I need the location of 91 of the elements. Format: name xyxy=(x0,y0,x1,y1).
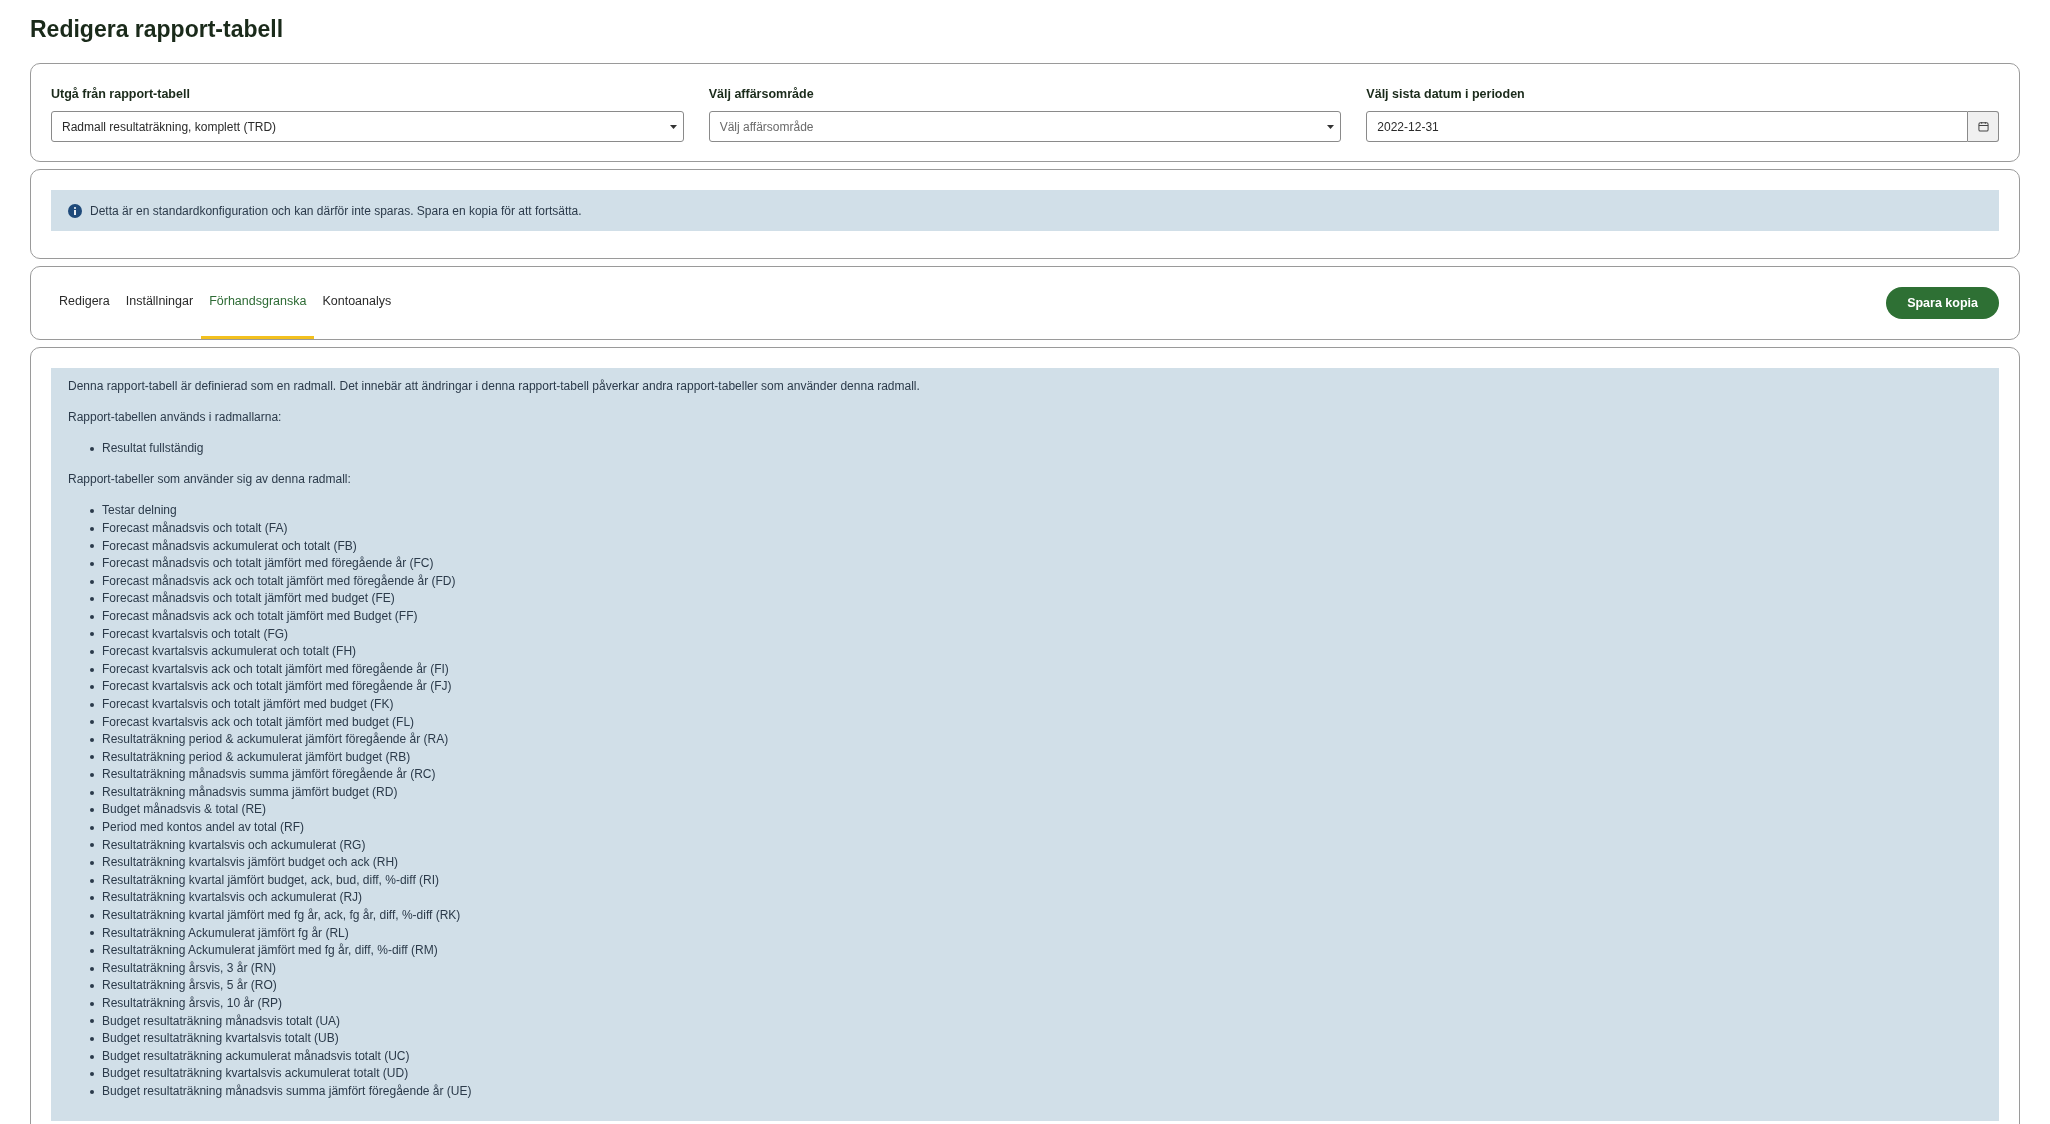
bullet-icon xyxy=(90,509,94,514)
select-field[interactable]: Radmall resultaträkning, komplett (TRD) xyxy=(51,111,684,142)
select-field[interactable]: Välj affärsområde xyxy=(708,111,1342,142)
bullet-icon xyxy=(90,561,94,566)
bullet-icon xyxy=(90,1001,94,1006)
bullet-icon xyxy=(90,667,94,672)
field-label: Utgå från rapport-tabell xyxy=(51,86,191,102)
notice-text: Detta är en standardkonfiguration och kan därför inte sparas. Spara en kopia för att fortsätta. xyxy=(90,202,582,220)
list-item: Resultaträkning Ackumulerat jämfört med fg år, diff, %-diff (RM) xyxy=(102,942,438,960)
list-item: Testar delning xyxy=(102,502,177,520)
bullet-icon xyxy=(90,755,94,760)
tab[interactable]: Förhandsgranska xyxy=(201,267,315,339)
calendar-button[interactable] xyxy=(1968,111,1999,142)
bullet-icon xyxy=(90,790,94,795)
bullet-icon xyxy=(90,773,94,778)
bullet-icon xyxy=(90,632,94,637)
bullet-icon xyxy=(90,544,94,549)
caret-icon xyxy=(1327,124,1335,129)
page-title: Redigera rapport-tabell xyxy=(30,15,285,44)
save-copy-button[interactable]: Spara kopia xyxy=(1886,287,1999,319)
bullet-icon xyxy=(90,447,94,451)
list-item: Resultaträkning årsvis, 3 år (RN) xyxy=(102,959,277,977)
date-field[interactable]: 2022-12-31 xyxy=(1366,111,1968,142)
bullet-icon xyxy=(90,597,94,602)
bullet-icon xyxy=(90,1019,94,1024)
field-label: Välj affärsområde xyxy=(708,86,815,102)
list-item: Resultaträkning kvartal jämfört budget, ack, bud, diff, %-diff (RI) xyxy=(102,871,440,889)
list-item: Resultaträkning kvartalsvis jämfört budget och ack (RH) xyxy=(102,854,399,872)
bullet-icon xyxy=(90,1072,94,1077)
list-item: Budget resultaträkning månadsvis summa jämfört föregående år (UE) xyxy=(102,1082,472,1100)
list-item: Resultaträkning årsvis, 10 år (RP) xyxy=(102,995,283,1012)
bullet-icon xyxy=(90,861,94,866)
section-heading: Rapport-tabeller som använder sig av denna radmall: xyxy=(68,471,352,489)
calendar-icon xyxy=(1977,121,1989,132)
list-item: Resultaträkning kvartalsvis och ackumulerat (RJ) xyxy=(102,889,363,907)
bullet-icon xyxy=(90,1054,94,1059)
list-item: Resultaträkning period & ackumulerat jämfört budget (RB) xyxy=(102,748,411,766)
list-item: Resultaträkning årsvis, 5 år (RO) xyxy=(102,977,277,995)
list-item: Budget resultaträkning kvartalsvis totalt (UB) xyxy=(102,1030,339,1048)
list-item: Budget månadsvis & total (RE) xyxy=(102,801,267,819)
bullet-icon xyxy=(90,931,94,936)
section-heading: Rapport-tabellen används i radmallarna: xyxy=(68,409,283,427)
list-item: Resultat fullständig xyxy=(102,440,204,458)
list-item: Forecast månadsvis och totalt (FA) xyxy=(102,519,288,537)
list-item: Resultaträkning kvartal jämfört med fg år, ack, fg år, diff, %-diff (RK) xyxy=(102,907,461,925)
list-item: Budget resultaträkning ackumulerat månadsvis totalt (UC) xyxy=(102,1047,410,1065)
list-item: Forecast kvartalsvis ack och totalt jämfört med föregående år (FI) xyxy=(102,660,449,678)
bullet-icon xyxy=(90,966,94,971)
bullet-icon xyxy=(90,579,94,584)
tab[interactable]: Inställningar xyxy=(117,267,202,339)
bullet-icon xyxy=(90,614,94,619)
bullet-icon xyxy=(90,737,94,742)
bullet-icon xyxy=(90,1037,94,1041)
bullet-icon xyxy=(90,808,94,813)
info-icon xyxy=(68,203,82,218)
caret-icon xyxy=(669,124,677,129)
bullet-icon xyxy=(90,720,94,725)
bullet-icon xyxy=(90,878,94,883)
bullet-icon xyxy=(90,649,94,654)
list-item: Budget resultaträkning månadsvis totalt (UA) xyxy=(102,1012,341,1030)
intro-text: Denna rapport-tabell är definierad som en radmall. Det innebär att ändringar i denna rapport-tabell påverkar andra rapport-tabeller som använder denna radmall. xyxy=(68,378,921,395)
list-item: Resultaträkning kvartalsvis och ackumulerat (RG) xyxy=(102,836,366,854)
tab[interactable]: Redigera xyxy=(51,267,118,339)
list-item: Forecast månadsvis ackumulerat och totalt (FB) xyxy=(102,537,357,555)
list-item: Forecast månadsvis ack och totalt jämfört med föregående år (FD) xyxy=(102,572,456,590)
list-item: Period med kontos andel av total (RF) xyxy=(102,819,305,837)
list-item: Forecast kvartalsvis och totalt (FG) xyxy=(102,625,289,643)
list-item: Resultaträkning månadsvis summa jämfört föregående år (RC) xyxy=(102,766,436,784)
bullet-icon xyxy=(90,526,94,531)
field-label: Välj sista datum i perioden xyxy=(1366,86,1526,102)
list-item: Forecast månadsvis ack och totalt jämfört med Budget (FF) xyxy=(102,607,418,625)
tab[interactable]: Kontoanalys xyxy=(314,267,400,339)
list-item: Forecast månadsvis och totalt jämfört med föregående år (FC) xyxy=(102,555,434,573)
bullet-icon xyxy=(90,949,94,953)
list-item: Resultaträkning period & ackumulerat jämfört föregående år (RA) xyxy=(102,731,449,749)
list-item: Forecast kvartalsvis ackumulerat och totalt (FH) xyxy=(102,643,357,661)
list-item: Budget resultaträkning kvartalsvis ackumulerat totalt (UD) xyxy=(102,1065,409,1083)
list-item: Forecast månadsvis och totalt jämfört med budget (FE) xyxy=(102,590,395,608)
list-item: Forecast kvartalsvis ack och totalt jämfört med föregående år (FJ) xyxy=(102,678,452,696)
list-item: Forecast kvartalsvis ack och totalt jämfört med budget (FL) xyxy=(102,713,415,731)
bullet-icon xyxy=(90,984,94,989)
bullet-icon xyxy=(90,1089,94,1094)
list-item: Forecast kvartalsvis och totalt jämfört med budget (FK) xyxy=(102,695,394,713)
bullet-icon xyxy=(90,896,94,901)
bullet-icon xyxy=(90,825,94,830)
bullet-icon xyxy=(90,702,94,707)
list-item: Resultaträkning månadsvis summa jämfört budget (RD) xyxy=(102,783,398,801)
list-item: Resultaträkning Ackumulerat jämfört fg år (RL) xyxy=(102,924,349,942)
bullet-icon xyxy=(90,913,94,918)
bullet-icon xyxy=(90,685,94,690)
bullet-icon xyxy=(90,843,94,848)
